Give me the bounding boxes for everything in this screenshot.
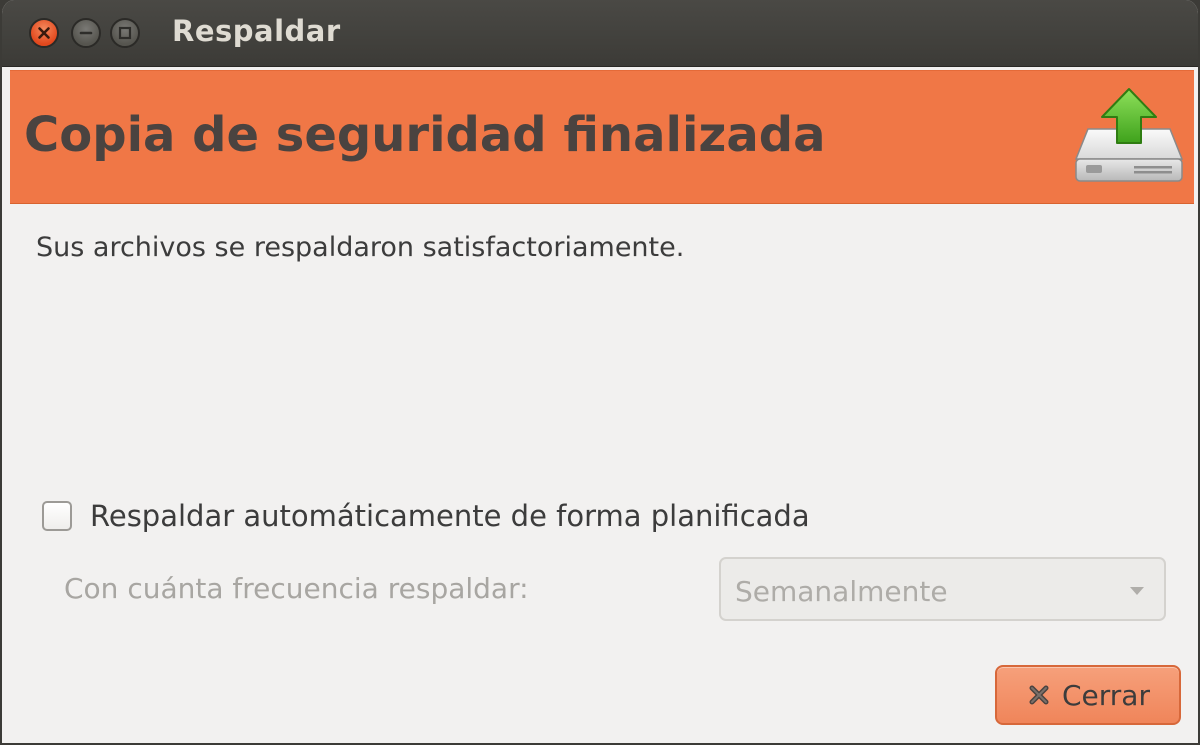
close-x-icon — [1029, 685, 1049, 705]
header-banner: Copia de seguridad finalizada — [10, 70, 1194, 204]
window-maximize-button[interactable] — [110, 18, 140, 48]
window-title: Respaldar — [172, 14, 341, 48]
close-button[interactable]: Cerrar — [995, 665, 1181, 725]
window-close-button[interactable] — [29, 18, 59, 48]
close-icon — [38, 27, 50, 39]
backup-drive-upload-icon — [1074, 88, 1184, 182]
schedule-checkbox-label[interactable]: Respaldar automáticamente de forma plani… — [90, 499, 810, 533]
schedule-checkbox-row[interactable]: Respaldar automáticamente de forma plani… — [42, 496, 810, 536]
frequency-select[interactable]: Semanalmente — [719, 557, 1166, 621]
minimize-icon — [79, 31, 93, 35]
status-message: Sus archivos se respaldaron satisfactori… — [36, 232, 685, 263]
window-minimize-button[interactable] — [71, 18, 101, 48]
backup-complete-window: Respaldar Copia de seguridad finalizada — [0, 0, 1200, 745]
maximize-icon — [118, 26, 132, 40]
schedule-checkbox[interactable] — [42, 501, 72, 531]
page-title: Copia de seguridad finalizada — [24, 107, 826, 163]
frequency-select-value: Semanalmente — [735, 575, 948, 608]
close-button-label: Cerrar — [1062, 678, 1150, 712]
frequency-label: Con cuánta frecuencia respaldar: — [64, 572, 529, 605]
chevron-down-icon — [1130, 587, 1144, 595]
title-bar[interactable]: Respaldar — [2, 0, 1198, 67]
